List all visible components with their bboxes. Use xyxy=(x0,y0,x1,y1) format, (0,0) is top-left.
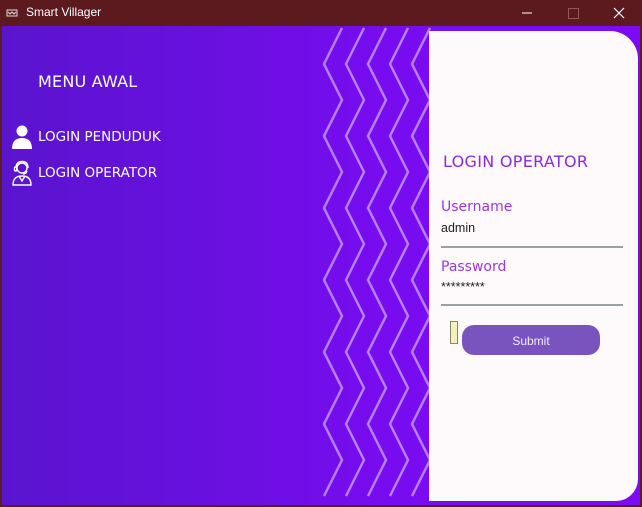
zigzag-decoration xyxy=(322,27,432,497)
app-icon xyxy=(6,9,18,17)
menu-title: MENU AWAL xyxy=(38,72,138,91)
close-icon xyxy=(613,7,625,19)
sidebar-item-login-operator[interactable]: LOGIN OPERATOR xyxy=(8,156,208,190)
password-field[interactable]: ********* xyxy=(441,280,485,294)
main-area: MENU AWAL LOGIN PENDUDUK LOGIN OPERATOR xyxy=(2,26,640,505)
operator-headset-icon xyxy=(12,160,32,186)
sidebar-item-label: LOGIN OPERATOR xyxy=(38,165,158,181)
password-label: Password xyxy=(441,259,507,275)
password-underline xyxy=(441,304,623,306)
minimize-icon xyxy=(522,12,532,14)
maximize-icon xyxy=(568,8,579,19)
username-label: Username xyxy=(441,199,513,215)
minimize-button[interactable] xyxy=(504,0,550,26)
close-button[interactable] xyxy=(596,0,642,26)
login-title: LOGIN OPERATOR xyxy=(443,152,589,171)
person-icon xyxy=(12,125,32,149)
username-underline xyxy=(441,246,623,248)
username-field[interactable]: admin xyxy=(441,221,475,235)
show-password-checkbox[interactable] xyxy=(450,321,458,344)
app-window: Smart Villager MENU AWAL LOGIN PENDUDUK … xyxy=(0,0,642,507)
title-bar[interactable]: Smart Villager xyxy=(0,0,642,26)
maximize-button[interactable] xyxy=(550,0,596,26)
window-title: Smart Villager xyxy=(26,5,102,19)
submit-button[interactable]: Submit xyxy=(462,325,600,355)
sidebar-item-login-penduduk[interactable]: LOGIN PENDUDUK xyxy=(8,120,208,154)
sidebar-item-label: LOGIN PENDUDUK xyxy=(38,129,161,145)
login-panel: LOGIN OPERATOR Username admin Password *… xyxy=(429,31,638,501)
